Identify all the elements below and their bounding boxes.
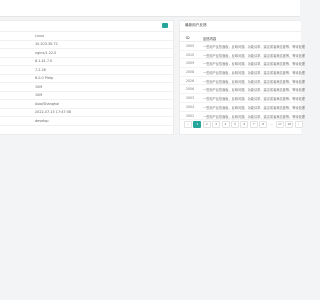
row-id: 2006 <box>186 87 195 92</box>
info-row: develop <box>0 117 173 126</box>
system-info-panel: Linux 10.203.30.72 nginx/1.22.0 8.1.41.7… <box>0 20 174 135</box>
info-value: Linux <box>35 33 45 38</box>
row-id: 2026 <box>186 78 195 83</box>
table-row[interactable]: 2010 一些用户反馈面板，反映问题、功能请求、建议或者满意度等，等待处理 <box>180 51 305 60</box>
info-value: 10M <box>35 84 43 89</box>
info-row: 8.0.0 Prelp <box>0 75 173 83</box>
table-row[interactable]: 2026 一些用户反馈面板，反映问题、功能请求、建议或者满意度等，等待处理 <box>180 77 305 86</box>
info-value: 7.2.26 <box>35 67 46 72</box>
info-value: 10M <box>35 93 43 98</box>
table-row[interactable]: 2005 一些用户反馈面板，反映问题、功能请求、建议或者满意度等，等待处理 <box>180 42 305 51</box>
page-button-8[interactable]: 8 <box>259 121 268 128</box>
info-row: Asia/Shanghai <box>0 100 173 109</box>
system-info-header <box>0 21 173 32</box>
column-header-content: 反馈内容 <box>203 36 217 41</box>
pagination: ‹ 1 2 3 4 5 6 7 8 … 17 18 › <box>184 121 303 128</box>
page-ellipsis: … <box>270 122 273 126</box>
feedback-header: 最新用户反馈 <box>180 21 301 32</box>
system-info-list: Linux 10.203.30.72 nginx/1.22.0 8.1.41.7… <box>0 32 173 126</box>
row-content: 一些用户反馈面板，反映问题、功能请求、建议或者满意度等，等待处理 <box>203 88 305 93</box>
page-button-18[interactable]: 18 <box>285 121 294 128</box>
info-row: 10.203.30.72 <box>0 41 173 49</box>
feedback-panel: 最新用户反馈 ID 反馈内容 2005 一些用户反馈面板，反映问题、功能请求、建议… <box>179 20 305 135</box>
feedback-table-header: ID 反馈内容 <box>180 34 301 42</box>
row-id: 2008 <box>186 70 195 75</box>
row-id: 2002 <box>186 113 195 118</box>
info-row: 8.1.41.7.0 <box>0 58 173 66</box>
info-value: develop <box>35 118 49 123</box>
row-id: 2010 <box>186 52 195 57</box>
info-row: nginx/1.22.0 <box>0 49 173 58</box>
table-row[interactable]: 2006 一些用户反馈面板，反映问题、功能请求、建议或者满意度等，等待处理 <box>180 85 305 95</box>
row-id: 2009 <box>186 61 195 66</box>
table-row[interactable]: 2004 一些用户反馈面板，反映问题、功能请求、建议或者满意度等，等待处理 <box>180 103 305 112</box>
info-row: 7.2.26 <box>0 66 173 75</box>
info-row: 10M <box>0 83 173 92</box>
page-button-17[interactable]: 17 <box>275 121 284 128</box>
table-row[interactable]: 2009 一些用户反馈面板，反映问题、功能请求、建议或者满意度等，等待处理 <box>180 59 305 69</box>
table-row[interactable]: 2002 一些用户反馈面板，反映问题、功能请求、建议或者满意度等，等待处理 <box>180 112 305 121</box>
info-value: 10.203.30.72 <box>35 42 58 47</box>
next-page-button[interactable]: › <box>294 121 303 128</box>
info-row: 2022-07-15 17:47:58 <box>0 109 173 117</box>
page-button-7[interactable]: 7 <box>249 121 258 128</box>
page-button-3[interactable]: 3 <box>212 121 221 128</box>
page-button-5[interactable]: 5 <box>230 121 239 128</box>
info-value: Asia/Shanghai <box>35 101 60 106</box>
row-id: 2005 <box>186 44 195 48</box>
row-content: 一些用户反馈面板，反映问题、功能请求、建议或者满意度等，等待处理 <box>203 45 305 49</box>
info-value: nginx/1.22.0 <box>35 50 57 55</box>
feedback-table-body: 2005 一些用户反馈面板，反映问题、功能请求、建议或者满意度等，等待处理 201… <box>180 42 305 121</box>
row-content: 一些用户反馈面板，反映问题、功能请求、建议或者满意度等，等待处理 <box>203 62 305 67</box>
info-row: 10M <box>0 92 173 100</box>
row-content: 一些用户反馈面板，反映问题、功能请求、建议或者满意度等，等待处理 <box>203 105 305 110</box>
info-value: 8.0.0 Prelp <box>35 76 54 81</box>
page-button-6[interactable]: 6 <box>240 121 249 128</box>
column-header-id: ID <box>186 35 190 40</box>
row-content: 一些用户反馈面板，反映问题、功能请求、建议或者满意度等，等待处理 <box>203 53 305 58</box>
table-row[interactable]: 2008 一些用户反馈面板，反映问题、功能请求、建议或者满意度等，等待处理 <box>180 68 305 77</box>
row-id: 2004 <box>186 104 195 109</box>
row-content: 一些用户反馈面板，反映问题、功能请求、建议或者满意度等，等待处理 <box>203 79 305 84</box>
table-row[interactable]: 2003 一些用户反馈面板，反映问题、功能请求、建议或者满意度等，等待处理 <box>180 94 305 103</box>
row-content: 一些用户反馈面板，反映问题、功能请求、建议或者满意度等，等待处理 <box>203 114 305 119</box>
page-button-1[interactable]: 1 <box>193 121 202 128</box>
row-content: 一些用户反馈面板，反映问题、功能请求、建议或者满意度等，等待处理 <box>203 97 305 102</box>
row-id: 2003 <box>186 96 195 101</box>
top-bar <box>0 0 300 17</box>
feedback-title: 最新用户反馈 <box>185 23 207 27</box>
edit-button[interactable] <box>162 23 168 28</box>
info-value: 8.1.41.7.0 <box>35 59 53 64</box>
row-content: 一些用户反馈面板，反映问题、功能请求、建议或者满意度等，等待处理 <box>203 71 305 76</box>
info-row: Linux <box>0 32 173 41</box>
prev-page-button[interactable]: ‹ <box>184 121 192 128</box>
page-button-2[interactable]: 2 <box>202 121 211 128</box>
info-value: 2022-07-15 17:47:58 <box>35 110 72 115</box>
page-button-4[interactable]: 4 <box>221 121 230 128</box>
